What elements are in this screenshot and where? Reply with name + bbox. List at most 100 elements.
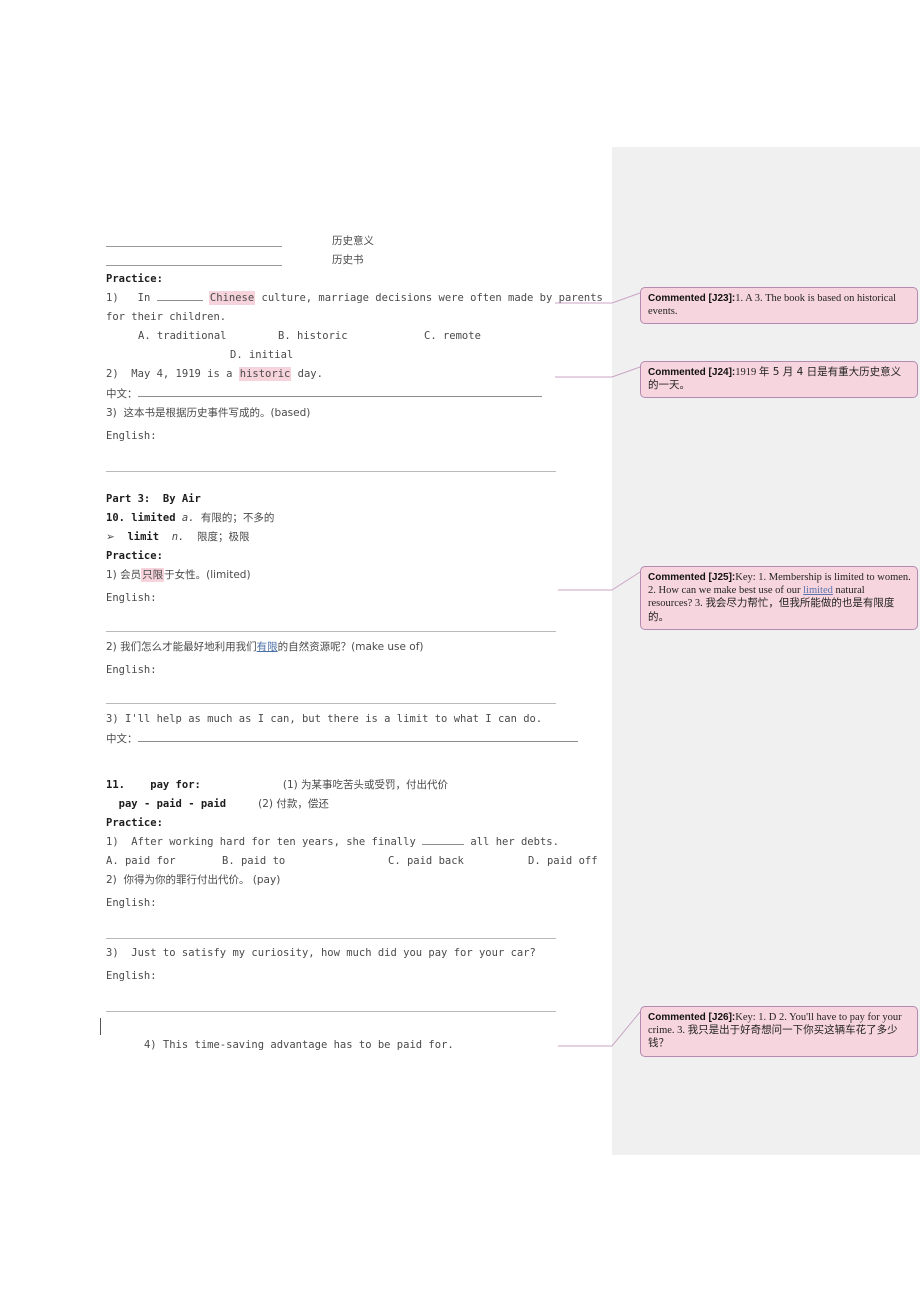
p3-item2-post: 的自然资源呢？(make use of): [277, 641, 424, 653]
s1-item1-options-row2: D. initial: [106, 346, 606, 365]
p11-item2-answer-rule-row: [106, 916, 606, 944]
p11-item1-blank[interactable]: [422, 833, 465, 845]
s1-item3-answer-rule-row: [106, 449, 606, 477]
p3-item2-hyperlink[interactable]: 有限: [257, 641, 278, 653]
p11-item3-text: Just to satisfy my curiosity, how much d…: [118, 947, 536, 959]
p11-item4-text: This time-saving advantage has to be pai…: [156, 1039, 454, 1051]
part3-sub-word: limit: [127, 531, 160, 543]
p11-item3-line: 3) Just to satisfy my curiosity, how muc…: [106, 944, 606, 963]
part3-entry-gloss: 有限的；不多的: [200, 512, 275, 524]
p11-item2-answer-label: English:: [106, 897, 157, 909]
p3-item3-answer-label: 中文：: [106, 733, 138, 745]
part3-entry-row: 10. limited a. 有限的；不多的: [106, 509, 606, 528]
comment-box-J24[interactable]: Commented [J24]:1919 年 5 月 4 日是有重大历史意义的一…: [640, 361, 918, 399]
p3-item3-answer-blank[interactable]: [137, 729, 578, 742]
p3-item3-line: 3) I'll help as much as I can, but there…: [106, 710, 606, 729]
p11-item2-line: 2) 你得为你的罪行付出代价。 (pay): [106, 871, 606, 890]
part11-entry-row1: 11. pay for: (1) 为某事吃苦头或受罚，付出代价: [106, 776, 606, 795]
comment-tag-J25: Commented [J25]:: [648, 572, 736, 583]
p11-item1-num: 1): [106, 836, 119, 848]
s1-item1-num: 1): [106, 292, 119, 304]
practice-label-part11: Practice:: [106, 817, 163, 829]
p3-item2-line: 2) 我们怎么才能最好地利用我们有限的自然资源呢？(make use of): [106, 638, 606, 657]
p11-item2-text: 你得为你的罪行付出代价。 (pay): [116, 874, 281, 886]
revision-change-bar: [100, 1018, 101, 1035]
part11-entry-forms: pay - paid - paid: [118, 798, 227, 810]
p3-item1-num: 1): [106, 569, 117, 581]
s1-item2-highlight-historic: historic: [238, 367, 292, 381]
p11-item3-answer-label: English:: [106, 970, 157, 982]
part3-entry-pos: a.: [181, 512, 195, 524]
header-blank-rule-1: [106, 246, 282, 247]
comment-box-J23[interactable]: Commented [J23]:1. A 3. The book is base…: [640, 287, 918, 325]
part11-entry-num: 11.: [106, 779, 125, 791]
p11-item1-line: 1) After working hard for ten years, she…: [106, 833, 606, 852]
p11-item3-answer-rule-row: [106, 989, 606, 1017]
p3-item2-num: 2): [106, 641, 117, 653]
practice-label-1: Practice:: [106, 273, 163, 285]
p3-item1-answer-label: English:: [106, 592, 157, 604]
s1-item1-highlight-chinese: Chinese: [208, 291, 256, 305]
s1-item1-pre: In: [118, 292, 157, 304]
p11-item4-num: 4): [143, 1039, 157, 1051]
p3-item3-text: I'll help as much as I can, but there is…: [118, 713, 543, 725]
p3-item1-post: 于女性。(limited): [164, 569, 251, 581]
s1-item1-options-row1: A. traditional B. historic C. remote: [106, 327, 606, 346]
p11-item1-option-d[interactable]: D. paid off: [528, 855, 598, 867]
part11-sense1: (1) 为某事吃苦头或受罚，付出代价: [282, 779, 449, 791]
p11-item1-option-b[interactable]: B. paid to: [222, 852, 388, 871]
p11-item1-pre: After working hard for ten years, she fi…: [118, 836, 423, 848]
comment-tag-J24: Commented [J24]:: [648, 367, 736, 378]
comment-tag-J23: Commented [J23]:: [648, 293, 736, 304]
s1-item1-blank[interactable]: [156, 289, 203, 301]
p11-item4-line: 4) This time-saving advantage has to be …: [100, 1017, 606, 1055]
p11-item1-option-a[interactable]: A. paid for: [106, 852, 222, 871]
p11-item2-num: 2): [106, 874, 117, 886]
s1-item2-num: 2): [106, 368, 119, 380]
s1-item1-gap: [203, 292, 209, 304]
s1-item3-line: 3) 这本书是根据历史事件写成的。(based): [106, 404, 606, 423]
part3-sub-pos: n.: [171, 531, 185, 543]
part11-entry-row2: pay - paid - paid (2) 付款，偿还: [106, 795, 606, 814]
part11-sense2: (2) 付款，偿还: [258, 798, 329, 810]
s1-item3-answer-rule[interactable]: [106, 471, 556, 472]
practice-label-part3: Practice:: [106, 550, 163, 562]
s1-item3-answer-label: English:: [106, 430, 157, 442]
s1-item1-option-b[interactable]: B. historic: [278, 327, 424, 346]
part11-entry-word: pay for:: [150, 779, 201, 791]
comment-tag-J26: Commented [J26]:: [648, 1012, 736, 1023]
part3-entry-num: 10.: [106, 512, 125, 524]
comment-box-J26[interactable]: Commented [J26]:Key: 1. D 2. You'll have…: [640, 1006, 918, 1057]
s1-item1-post: culture, marriage decisions were often m…: [255, 292, 603, 304]
document-text-column: 历史意义 历史书 Practice: 1) In Chinese culture…: [100, 232, 606, 1055]
s1-item1-option-d[interactable]: D. initial: [230, 349, 293, 361]
s1-item2-pre: May 4, 1919 is a: [118, 368, 239, 380]
comment-body-J24-pre: 1919: [735, 367, 759, 378]
p11-item2-answer-rule[interactable]: [106, 938, 556, 939]
s1-item2-answer-row: 中文：: [106, 384, 606, 404]
p11-item3-answer-rule[interactable]: [106, 1011, 556, 1012]
s1-item2-answer-label: 中文：: [106, 388, 138, 400]
p3-item1-answer-rule-row: [106, 611, 606, 638]
part3-sub-row: ➢ limit n. 限度；极限: [106, 528, 606, 547]
header-term-row-1: 历史意义: [106, 232, 606, 251]
p3-item2-answer-rule[interactable]: [106, 703, 556, 704]
p3-item1-pre: 会员: [116, 569, 142, 581]
header-gloss-2: 历史书: [332, 254, 364, 266]
p3-item2-answer-label: English:: [106, 664, 157, 676]
s1-item1-option-c[interactable]: C. remote: [424, 330, 481, 342]
s1-item1-line1: 1) In Chinese culture, marriage decision…: [106, 289, 606, 308]
comment-box-J25[interactable]: Commented [J25]:Key: 1. Membership is li…: [640, 566, 918, 630]
p3-item1-answer-rule[interactable]: [106, 631, 556, 632]
bullet-arrow-icon: ➢: [106, 531, 115, 543]
s1-item3-num: 3): [106, 407, 117, 419]
s1-item1-option-a[interactable]: A. traditional: [138, 327, 278, 346]
comment-hyperlink-J25[interactable]: limited: [803, 585, 833, 596]
p11-item1-option-c[interactable]: C. paid back: [388, 852, 528, 871]
s1-item2-line: 2) May 4, 1919 is a historic day.: [106, 365, 606, 384]
part3-entry-word-text: limited: [131, 512, 176, 524]
p3-item1-line: 1) 会员只限于女性。(limited): [106, 566, 606, 585]
part3-title: Part 3: By Air: [106, 493, 201, 505]
s1-item2-answer-blank[interactable]: [137, 384, 542, 397]
p11-item3-num: 3): [106, 947, 119, 959]
